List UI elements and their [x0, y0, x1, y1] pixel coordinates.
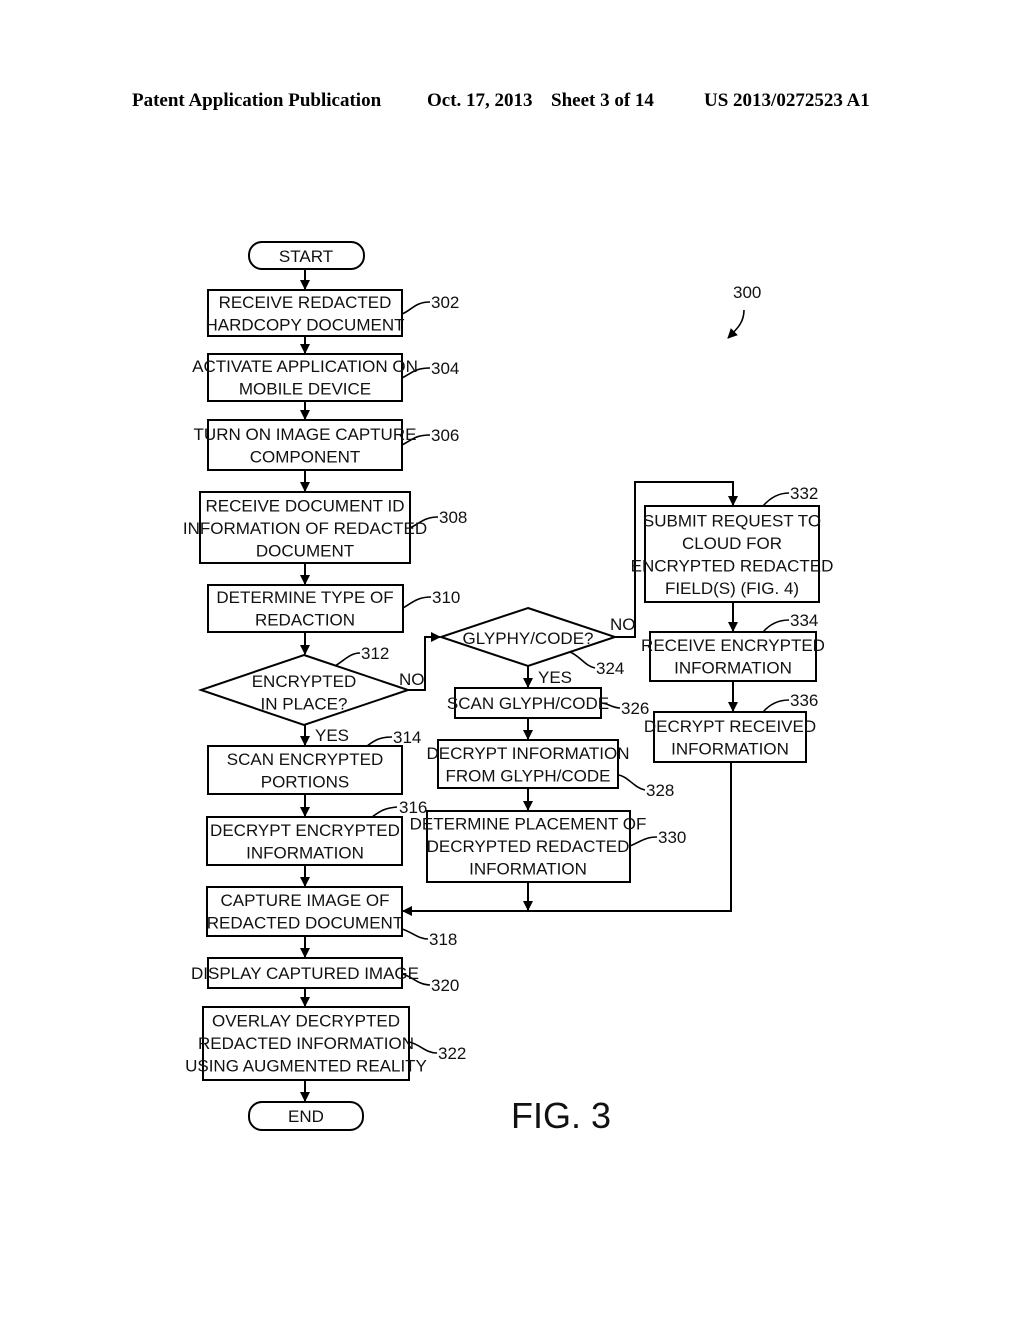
node-n318-text-line: REDACTED DOCUMENT	[207, 913, 403, 932]
leader-332	[762, 492, 790, 507]
leader-300-arrow	[727, 309, 745, 339]
node-n322-text-line: OVERLAY DECRYPTED	[212, 1012, 400, 1031]
node-n332-text-line: CLOUD FOR	[682, 534, 782, 553]
node-n330-text-line: INFORMATION	[469, 860, 587, 879]
ref-328: 328	[646, 781, 674, 800]
node-n302-text-line: RECEIVE REDACTED	[219, 293, 392, 312]
node-n304-text-line: ACTIVATE APPLICATION ON	[192, 357, 418, 376]
node-n326-text-line: SCAN GLYPH/CODE	[447, 694, 609, 713]
leader-318	[401, 928, 429, 940]
node-n334-text-line: INFORMATION	[674, 658, 792, 677]
ref-334: 334	[790, 611, 818, 630]
ref-314: 314	[393, 728, 421, 747]
leader-334	[762, 619, 790, 633]
node-n332-text-line: ENCRYPTED REDACTED	[631, 556, 834, 575]
node-n320-text-line: DISPLAY CAPTURED IMAGE	[191, 964, 419, 983]
node-n332-text-line: FIELD(S) (FIG. 4)	[665, 579, 799, 598]
node-n334-text-line: RECEIVE ENCRYPTED	[641, 636, 825, 655]
node-n314-text-line: SCAN ENCRYPTED	[227, 750, 384, 769]
ref-302: 302	[431, 293, 459, 312]
ref-320: 320	[431, 976, 459, 995]
node-n330-text-line: DECRYPTED REDACTED	[427, 837, 630, 856]
leader-324	[569, 651, 596, 669]
flowchart: START RECEIVE REDACTED HARDCOPY DOCUMENT AC…	[183, 241, 834, 1136]
node-n328-text-line: FROM GLYPH/CODE	[446, 766, 611, 785]
ref-304: 304	[431, 359, 459, 378]
node-n316-text-line: INFORMATION	[246, 843, 364, 862]
node-n330-text-line: DETERMINE PLACEMENT OF	[410, 815, 647, 834]
node-n314-text-line: PORTIONS	[261, 772, 349, 791]
node-n318-text-line: CAPTURE IMAGE OF	[220, 891, 389, 910]
ref-330: 330	[658, 828, 686, 847]
node-n316-text-line: DECRYPT ENCRYPTED	[210, 821, 400, 840]
leader-330	[629, 836, 658, 847]
figure-label: FIG. 3	[511, 1095, 611, 1136]
node-n308-text-line: INFORMATION OF REDACTED	[183, 519, 427, 538]
ref-312: 312	[361, 644, 389, 663]
node-n332-text-line: SUBMIT REQUEST TO	[643, 511, 821, 530]
node-end-text-line: END	[288, 1107, 324, 1126]
leader-314	[366, 736, 393, 747]
node-n322-text-line: REDACTED INFORMATION	[198, 1034, 414, 1053]
label-324-no: NO	[610, 615, 636, 634]
node-n322-text-line: USING AUGMENTED REALITY	[185, 1057, 427, 1076]
node-n306-text-line: TURN ON IMAGE CAPTURE	[194, 425, 417, 444]
node-start-text-line: START	[279, 247, 333, 266]
leader-328	[617, 774, 646, 791]
ref-324: 324	[596, 659, 624, 678]
leader-336	[762, 699, 790, 713]
leader-310	[402, 596, 432, 609]
node-n324-text-line: GLYPHY/CODE?	[462, 629, 593, 648]
node-n308-text-line: DOCUMENT	[256, 542, 354, 561]
ref-336: 336	[790, 691, 818, 710]
node-n310-text-line: DETERMINE TYPE OF	[216, 588, 393, 607]
node-n308-text-line: RECEIVE DOCUMENT ID	[206, 497, 405, 516]
leader-312	[334, 652, 361, 667]
ref-322: 322	[438, 1044, 466, 1063]
ref-332: 332	[790, 484, 818, 503]
node-n304-text-line: MOBILE DEVICE	[239, 379, 371, 398]
node-n336-text-line: DECRYPT RECEIVED	[644, 717, 816, 736]
ref-316: 316	[399, 798, 427, 817]
ref-310: 310	[432, 588, 460, 607]
label-324-yes: YES	[538, 668, 572, 687]
ref-306: 306	[431, 426, 459, 445]
node-n310-text-line: REDACTION	[255, 610, 355, 629]
ref-300: 300	[733, 283, 761, 302]
label-312-yes: YES	[315, 726, 349, 745]
node-n306-text-line: COMPONENT	[250, 447, 361, 466]
node-n302-text-line: HARDCOPY DOCUMENT	[206, 315, 405, 334]
node-n312-text-line: ENCRYPTED	[252, 672, 357, 691]
label-312-no: NO	[399, 670, 425, 689]
leader-302	[401, 301, 431, 315]
ref-326: 326	[621, 699, 649, 718]
ref-318: 318	[429, 930, 457, 949]
node-n328-text-line: DECRYPT INFORMATION	[426, 744, 629, 763]
leader-316	[371, 806, 398, 818]
node-n312-text-line: IN PLACE?	[261, 694, 348, 713]
ref-308: 308	[439, 508, 467, 527]
node-n336-text-line: INFORMATION	[671, 739, 789, 758]
